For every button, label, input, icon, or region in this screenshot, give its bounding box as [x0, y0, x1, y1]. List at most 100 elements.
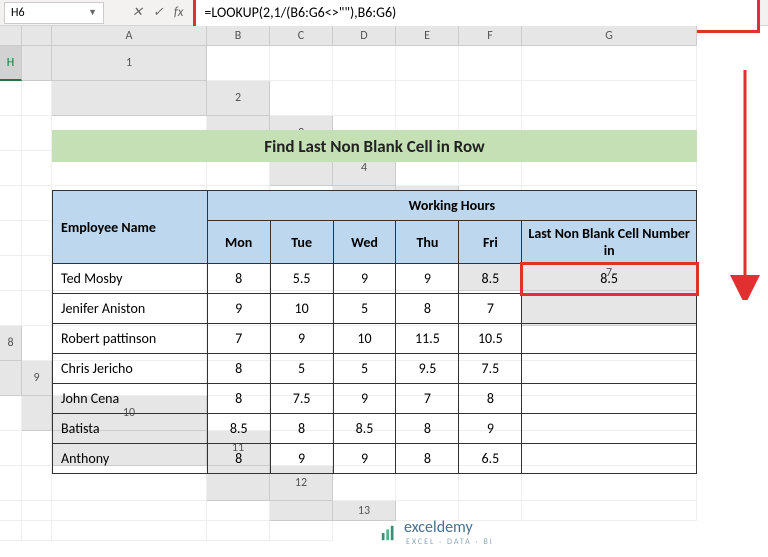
cell[interactable]	[522, 46, 697, 81]
hours-cell[interactable]: 8	[207, 354, 270, 384]
hours-cell[interactable]: 8	[207, 384, 270, 414]
hours-cell[interactable]: 5	[270, 354, 333, 384]
cell[interactable]	[0, 221, 22, 256]
last-non-blank-cell[interactable]	[522, 444, 697, 474]
cell[interactable]	[459, 81, 522, 116]
hours-cell[interactable]: 6.5	[459, 444, 522, 474]
cell[interactable]	[52, 521, 207, 541]
last-non-blank-cell[interactable]	[522, 384, 697, 414]
cell[interactable]	[22, 431, 52, 466]
last-non-blank-cell[interactable]	[522, 324, 697, 354]
cell[interactable]	[522, 501, 697, 521]
cell[interactable]	[207, 501, 270, 521]
hours-cell[interactable]: 8	[396, 414, 459, 444]
hours-cell[interactable]: 8.5	[459, 264, 522, 294]
cell[interactable]	[270, 46, 333, 81]
hours-cell[interactable]: 8	[207, 444, 270, 474]
cell[interactable]	[22, 221, 52, 256]
cell[interactable]	[0, 81, 22, 116]
col-head-B[interactable]: B	[207, 26, 270, 46]
cell[interactable]	[207, 46, 270, 81]
hours-cell[interactable]: 10	[333, 324, 396, 354]
hours-cell[interactable]: 7.5	[459, 354, 522, 384]
cell[interactable]	[0, 151, 22, 186]
hours-cell[interactable]: 9	[459, 414, 522, 444]
cell[interactable]	[207, 521, 270, 541]
employee-name[interactable]: Ted Mosby	[53, 264, 208, 294]
hours-cell[interactable]: 5.5	[270, 264, 333, 294]
employee-name[interactable]: Jenifer Aniston	[53, 294, 208, 324]
cell[interactable]	[0, 431, 22, 466]
hours-cell[interactable]: 7	[207, 324, 270, 354]
fx-icon[interactable]: fx	[174, 5, 184, 20]
cell[interactable]	[0, 396, 22, 431]
hours-cell[interactable]: 9	[207, 294, 270, 324]
hours-cell[interactable]: 8	[396, 294, 459, 324]
cell[interactable]	[396, 46, 459, 81]
cell[interactable]	[396, 81, 459, 116]
hours-cell[interactable]: 9.5	[396, 354, 459, 384]
cell[interactable]	[0, 501, 22, 521]
hours-cell[interactable]: 8	[270, 414, 333, 444]
employee-name[interactable]: Batista	[53, 414, 208, 444]
col-head-G[interactable]: G	[522, 26, 697, 46]
employee-name[interactable]: John Cena	[53, 384, 208, 414]
cell[interactable]	[333, 46, 396, 81]
row-gutter-13[interactable]	[270, 501, 333, 521]
cancel-icon[interactable]: ✕	[132, 5, 143, 20]
row-gutter-2[interactable]	[52, 81, 207, 116]
hours-cell[interactable]: 11.5	[396, 324, 459, 354]
hours-cell[interactable]: 9	[333, 264, 396, 294]
cell[interactable]	[52, 501, 207, 521]
cell[interactable]	[22, 326, 52, 361]
cell[interactable]	[22, 501, 52, 521]
hours-cell[interactable]: 9	[270, 444, 333, 474]
row-head-2[interactable]: 2	[207, 81, 270, 116]
hours-cell[interactable]: 8.5	[207, 414, 270, 444]
cell[interactable]	[22, 151, 52, 186]
hours-cell[interactable]: 8.5	[333, 414, 396, 444]
employee-name[interactable]: Robert pattinson	[53, 324, 208, 354]
hours-cell[interactable]: 9	[396, 264, 459, 294]
cell[interactable]	[22, 186, 52, 221]
hours-cell[interactable]: 8	[396, 444, 459, 474]
row-gutter-1[interactable]	[22, 46, 52, 81]
cell[interactable]	[522, 81, 697, 116]
last-non-blank-cell[interactable]	[522, 354, 697, 384]
hours-cell[interactable]: 8	[207, 264, 270, 294]
col-head-E[interactable]: E	[396, 26, 459, 46]
row-gutter-9[interactable]	[0, 361, 22, 396]
hours-cell[interactable]: 9	[333, 444, 396, 474]
last-non-blank-cell[interactable]	[522, 414, 697, 444]
hours-cell[interactable]: 8	[459, 384, 522, 414]
col-head-A[interactable]: A	[52, 26, 207, 46]
cell[interactable]	[333, 81, 396, 116]
cell[interactable]	[0, 256, 22, 291]
employee-name[interactable]: Chris Jericho	[53, 354, 208, 384]
col-head-D[interactable]: D	[333, 26, 396, 46]
cell[interactable]	[22, 116, 52, 151]
col-head-H[interactable]: H	[0, 46, 22, 81]
last-non-blank-cell[interactable]: 8.5	[522, 264, 697, 294]
enter-icon[interactable]: ✓	[153, 5, 164, 20]
row-gutter-10[interactable]	[22, 396, 52, 431]
cell[interactable]	[270, 521, 333, 541]
hours-cell[interactable]: 9	[333, 384, 396, 414]
hours-cell[interactable]: 10.5	[459, 324, 522, 354]
col-head-F[interactable]: F	[459, 26, 522, 46]
hours-cell[interactable]: 10	[270, 294, 333, 324]
hours-cell[interactable]: 7.5	[270, 384, 333, 414]
hours-cell[interactable]: 5	[333, 294, 396, 324]
select-all-corner[interactable]	[0, 26, 22, 46]
last-non-blank-cell[interactable]	[522, 294, 697, 324]
cell[interactable]	[0, 116, 22, 151]
row-gutter[interactable]	[22, 26, 52, 46]
cell[interactable]	[22, 466, 52, 501]
cell[interactable]	[22, 256, 52, 291]
hours-cell[interactable]: 5	[333, 354, 396, 384]
name-box[interactable]: H6 ▼	[4, 2, 104, 24]
cell[interactable]	[270, 81, 333, 116]
hours-cell[interactable]: 9	[270, 324, 333, 354]
cell[interactable]	[22, 81, 52, 116]
employee-name[interactable]: Anthony	[53, 444, 208, 474]
